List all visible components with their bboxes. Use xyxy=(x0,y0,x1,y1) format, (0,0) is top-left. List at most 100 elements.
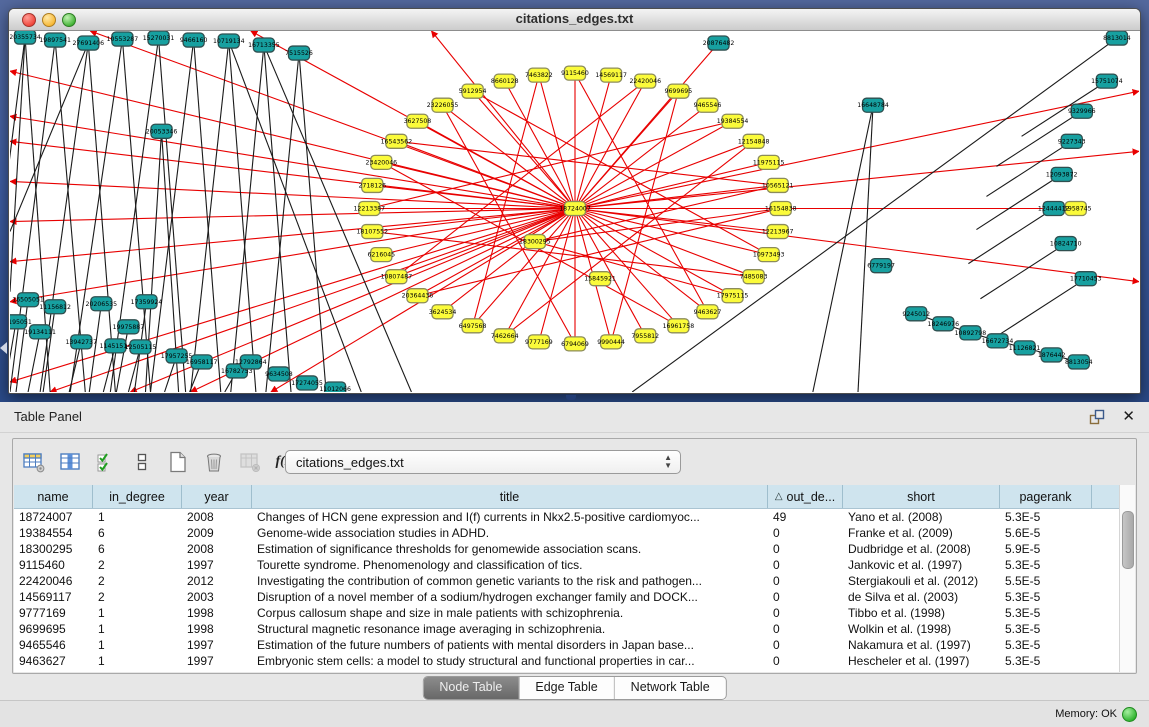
graph-node[interactable]: 9227343 xyxy=(1058,134,1086,148)
tab-edge-table[interactable]: Edge Table xyxy=(519,677,614,699)
graph-node[interactable]: 20355734 xyxy=(10,31,41,44)
column-header-pagerank[interactable]: pagerank xyxy=(1000,485,1092,508)
graph-node[interactable]: 17274055 xyxy=(291,376,323,390)
graph-edge[interactable] xyxy=(150,40,193,392)
column-header-title[interactable]: title xyxy=(252,485,768,508)
table-row[interactable]: 977716911998Corpus callosum shape and si… xyxy=(14,605,1135,621)
graph-node[interactable]: 16672734 xyxy=(982,334,1014,348)
graph-edge[interactable] xyxy=(194,40,221,392)
graph-edge[interactable] xyxy=(980,244,1065,299)
graph-node[interactable]: 13942737 xyxy=(65,335,97,349)
memory-status-led-icon[interactable] xyxy=(1122,707,1137,722)
graph-edge-selected[interactable] xyxy=(90,31,575,208)
graph-node[interactable]: 10973493 xyxy=(753,248,785,262)
graph-node[interactable]: 7515526 xyxy=(285,46,313,60)
column-checklist-icon[interactable] xyxy=(91,448,121,476)
graph-edge[interactable] xyxy=(813,105,873,392)
graph-edge[interactable] xyxy=(1022,81,1107,136)
graph-node[interactable]: 12093872 xyxy=(1046,167,1078,181)
float-panel-icon[interactable] xyxy=(1089,409,1105,425)
graph-node[interactable]: 8813014 xyxy=(1103,31,1131,45)
graph-node[interactable]: 16713355 xyxy=(248,38,280,52)
graph-node[interactable]: 23226055 xyxy=(427,98,459,112)
table-mode-icon[interactable] xyxy=(19,448,49,476)
graph-node[interactable]: 7485083 xyxy=(740,270,768,284)
graph-edge-selected[interactable] xyxy=(535,242,733,296)
graph-node[interactable]: 8660128 xyxy=(491,74,519,88)
graph-node[interactable]: 7463822 xyxy=(525,68,553,82)
network-table-select[interactable]: citations_edges.txt ▲▼ xyxy=(285,450,681,474)
graph-node[interactable]: 7955812 xyxy=(631,329,659,343)
graph-node[interactable]: 22420046 xyxy=(629,74,661,88)
graph-node[interactable]: 9777169 xyxy=(525,335,553,349)
graph-node[interactable]: 16961758 xyxy=(663,319,695,333)
graph-node[interactable]: 6497568 xyxy=(459,319,487,333)
column-header-short[interactable]: short xyxy=(843,485,1000,508)
graph-node[interactable]: 20053346 xyxy=(146,124,178,138)
graph-node[interactable]: 16648784 xyxy=(857,98,889,112)
scrollbar-thumb[interactable] xyxy=(1122,511,1134,569)
vertical-scrollbar[interactable] xyxy=(1119,485,1135,672)
graph-node[interactable]: 12444412 xyxy=(1038,201,1070,215)
graph-node[interactable]: 9329966 xyxy=(1068,104,1096,118)
graph-node[interactable]: 11126821 xyxy=(1009,341,1041,355)
graph-node[interactable]: 20195051 xyxy=(10,315,32,329)
graph-node[interactable]: 9990444 xyxy=(597,335,625,349)
graph-node[interactable]: 6794069 xyxy=(561,337,589,351)
graph-node[interactable]: 23420046 xyxy=(366,155,398,169)
graph-node[interactable]: 20206535 xyxy=(86,297,118,311)
graph-node[interactable]: 15270031 xyxy=(143,31,175,45)
graph-edge[interactable] xyxy=(10,43,88,232)
graph-node[interactable]: 9634508 xyxy=(265,367,293,381)
graph-node[interactable]: 11975115 xyxy=(753,155,785,169)
graph-edge-selected[interactable] xyxy=(575,91,1139,208)
graph-node[interactable]: 3627508 xyxy=(404,114,432,128)
graph-node[interactable]: 20364436 xyxy=(402,289,434,303)
graph-edge[interactable] xyxy=(968,208,1053,263)
table-row[interactable]: 911546021997Tourette syndrome. Phenomeno… xyxy=(14,557,1135,573)
table-row[interactable]: 969969511998Structural magnetic resonanc… xyxy=(14,621,1135,637)
table-row[interactable]: 1938455462009Genome-wide association stu… xyxy=(14,525,1135,541)
close-panel-icon[interactable]: ✕ xyxy=(1122,407,1135,425)
graph-node[interactable]: 10892798 xyxy=(955,326,987,340)
split-pane-handle[interactable] xyxy=(566,395,576,400)
graph-node[interactable]: 16543562 xyxy=(381,134,413,148)
graph-node[interactable]: 19897541 xyxy=(39,33,71,47)
column-header-year[interactable]: year xyxy=(182,485,252,508)
graph-edge[interactable] xyxy=(299,53,326,392)
minimize-window-button[interactable] xyxy=(42,13,56,27)
graph-node[interactable]: 12154848 xyxy=(738,134,770,148)
graph-edge-selected[interactable] xyxy=(10,141,575,208)
graph-node[interactable]: 8813054 xyxy=(1065,355,1093,369)
create-column-icon[interactable] xyxy=(163,448,193,476)
graph-node[interactable]: 5912954 xyxy=(459,84,487,98)
graph-node[interactable]: 1876442 xyxy=(1038,348,1066,362)
graph-node[interactable]: 18246976 xyxy=(928,317,960,331)
graph-node[interactable]: 2718126 xyxy=(358,178,386,192)
graph-node[interactable]: 10565121 xyxy=(762,178,794,192)
graph-node[interactable]: 16505051 xyxy=(12,293,44,307)
column-header-in-degree[interactable]: in_degree xyxy=(93,485,182,508)
close-window-button[interactable] xyxy=(22,13,36,27)
graph-node[interactable]: 9245012 xyxy=(902,307,930,321)
graph-node[interactable]: 10553287 xyxy=(107,32,139,46)
table-row[interactable]: 946554611997Estimation of the future num… xyxy=(14,637,1135,653)
graph-node[interactable]: 9466160 xyxy=(180,33,208,47)
graph-node[interactable]: 11451514 xyxy=(100,339,132,353)
graph-node[interactable]: 6216045 xyxy=(367,248,395,262)
graph-edge-selected[interactable] xyxy=(575,208,1139,281)
tab-node-table[interactable]: Node Table xyxy=(423,677,519,699)
graph-edge[interactable] xyxy=(266,53,299,392)
graph-node[interactable]: 20876482 xyxy=(703,36,735,50)
delete-column-icon[interactable] xyxy=(199,448,229,476)
table-row[interactable]: 2242004622012Investigating the contribut… xyxy=(14,573,1135,589)
graph-node[interactable]: 3624534 xyxy=(429,305,457,319)
tab-network-table[interactable]: Network Table xyxy=(615,677,726,699)
zoom-window-button[interactable] xyxy=(62,13,76,27)
graph-node[interactable]: 7462664 xyxy=(491,329,519,343)
column-header-out-de-[interactable]: △out_de... xyxy=(768,485,843,508)
graph-node[interactable]: 17957255 xyxy=(161,349,193,363)
graph-edge[interactable] xyxy=(231,45,264,392)
show-columns-icon[interactable] xyxy=(55,448,85,476)
table-row[interactable]: 1830029562008Estimation of significance … xyxy=(14,541,1135,557)
